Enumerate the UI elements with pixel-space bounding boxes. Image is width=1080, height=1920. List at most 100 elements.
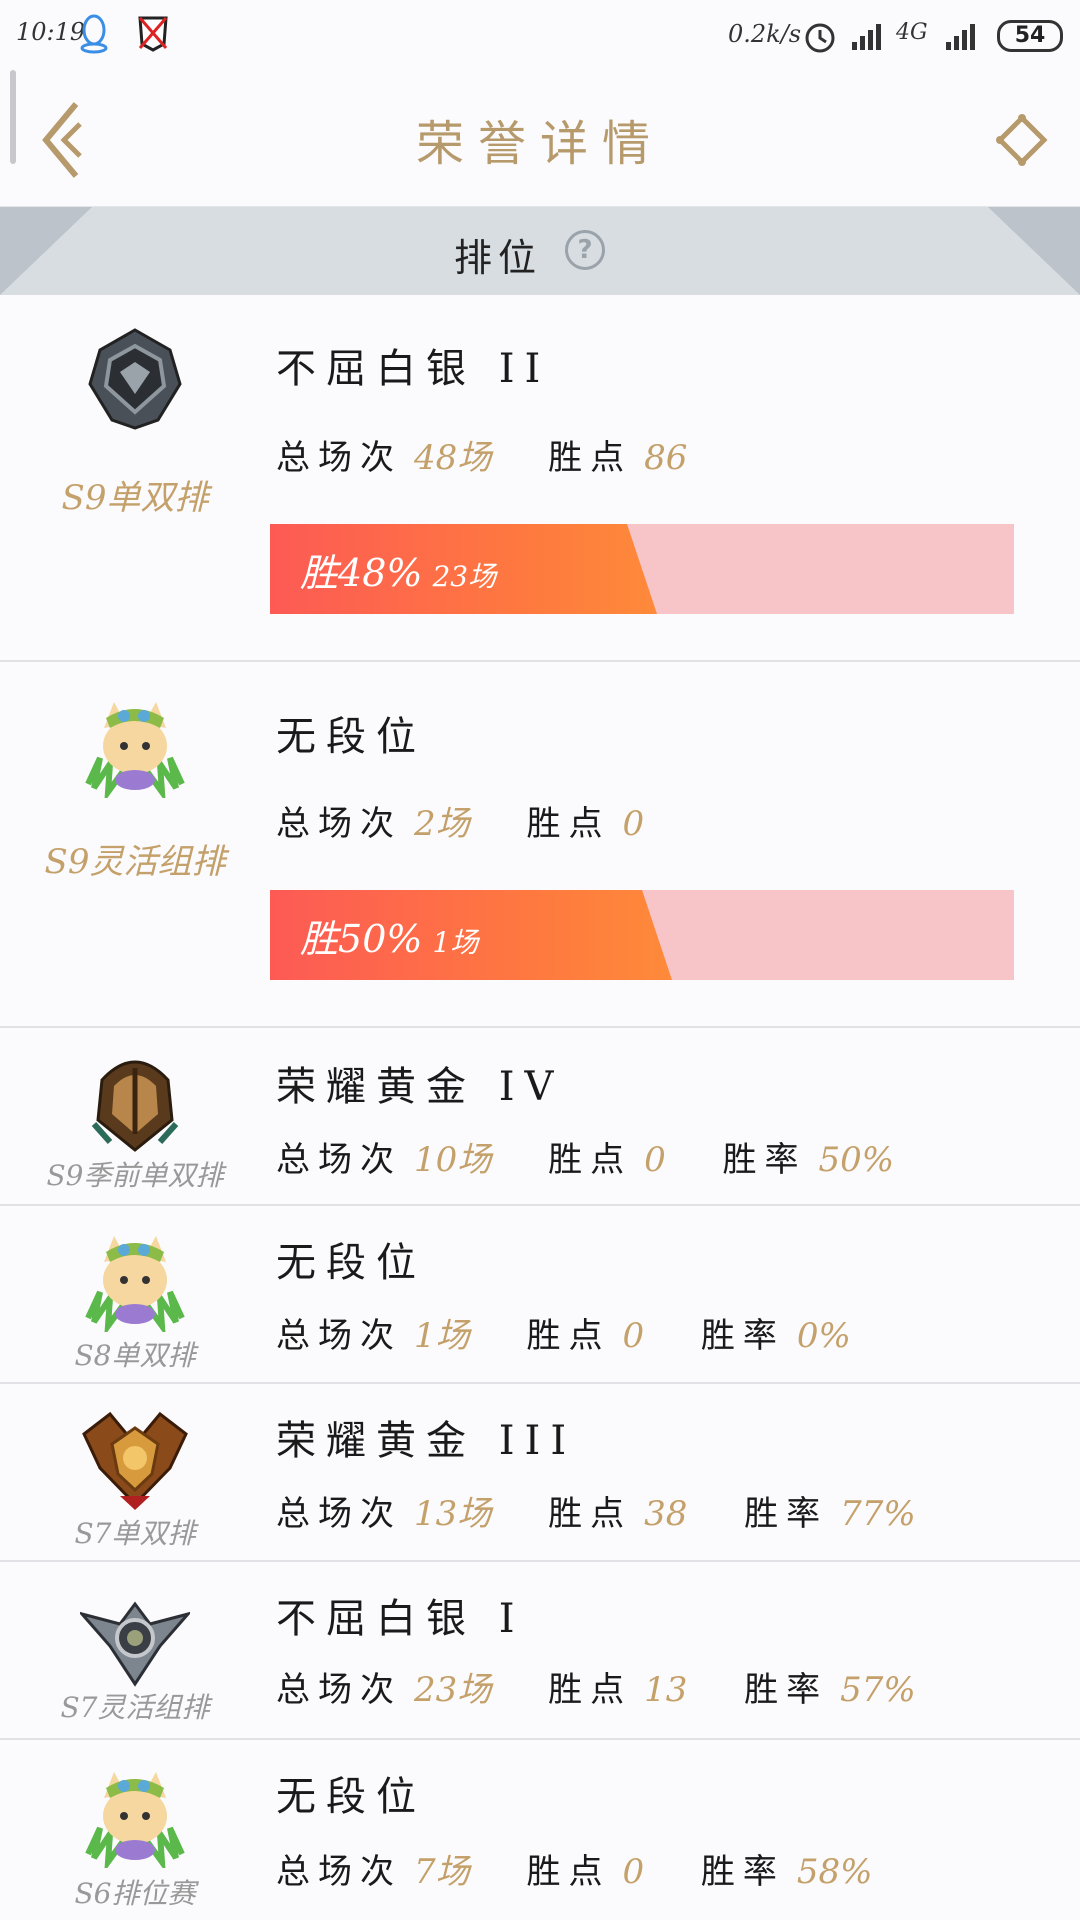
queue-name: S6排位赛 [74, 1877, 196, 1910]
band-right-corner [988, 207, 1080, 295]
teemo-unranked-icon [85, 1236, 185, 1332]
gold-rank-helmet-icon [91, 1060, 179, 1152]
teemo-unranked-icon [85, 1772, 185, 1868]
rate-label: 胜率 [700, 1316, 785, 1356]
rate-value: 77% [840, 1494, 916, 1534]
section-header: 排位 [0, 207, 1080, 295]
queue-name: S7单双排 [74, 1517, 196, 1550]
record-row: S9单双排 不屈白银 II 总场次 48场 胜点 86 胜48% 23场 [0, 296, 1080, 662]
rate-label: 胜率 [744, 1670, 829, 1710]
win-label: 胜 [300, 917, 339, 961]
points-value: 0 [644, 1140, 666, 1180]
points-value: 0 [622, 1852, 645, 1892]
stats-line: 总场次 13场 胜点 38 胜率 77% [276, 1486, 962, 1535]
rank-name: 不屈白银 II [276, 346, 551, 392]
total-label: 总场次 [276, 1852, 402, 1892]
queue-name: S7灵活组排 [60, 1691, 210, 1724]
points-label: 胜点 [548, 438, 633, 478]
rate-value: 0% [796, 1316, 851, 1356]
signal-strength-icon [852, 24, 881, 50]
section-label: 排位 [454, 236, 543, 280]
band-left-corner [0, 207, 92, 295]
queue-name: S8单双排 [74, 1339, 196, 1372]
win-rate-bar: 胜50% 1场 [270, 890, 1014, 980]
queue-name: S9季前单双排 [46, 1159, 224, 1192]
record-row: S8单双排 无段位 总场次 1场 胜点 0 胜率 0% [0, 1206, 1080, 1384]
win-rate-bar: 胜48% 23场 [270, 524, 1014, 614]
silver-rank-emblem-icon [88, 328, 182, 430]
record-row: S9季前单双排 荣耀黄金 IV 总场次 10场 胜点 0 胜率 50% [0, 1028, 1080, 1206]
points-value: 0 [622, 1316, 645, 1356]
win-rate-value: 50% [338, 917, 423, 961]
rank-name: 荣耀黄金 III [276, 1418, 577, 1464]
points-value: 86 [644, 438, 688, 478]
rank-name: 无段位 [276, 714, 426, 760]
signal-strength-icon [946, 24, 975, 50]
stats-line: 总场次 7场 胜点 0 胜率 58% [276, 1844, 918, 1893]
rate-label: 胜率 [722, 1140, 807, 1180]
rate-label: 胜率 [700, 1852, 785, 1892]
app-notification-icon [138, 16, 168, 52]
total-value: 10场 [414, 1140, 492, 1180]
queue-name: S9单双排 [61, 478, 209, 518]
points-value: 38 [644, 1494, 688, 1534]
total-value: 48场 [414, 438, 492, 478]
status-time: 10:19 [16, 18, 86, 46]
battery-icon: 54 [997, 20, 1063, 52]
qq-penguin-icon [80, 14, 108, 54]
total-value: 1场 [414, 1316, 470, 1356]
total-label: 总场次 [276, 1494, 402, 1534]
win-count: 1场 [432, 926, 479, 959]
win-rate-text: 胜48% 23场 [300, 542, 496, 597]
total-value: 2场 [414, 804, 470, 844]
stats-line: 总场次 48场 胜点 86 [276, 430, 733, 479]
total-label: 总场次 [276, 438, 402, 478]
silver-rank-wing-icon [80, 1601, 190, 1687]
network-type: 4G [896, 20, 928, 45]
total-label: 总场次 [276, 1670, 402, 1710]
points-label: 胜点 [526, 804, 611, 844]
win-count: 23场 [432, 560, 497, 593]
rank-name: 荣耀黄金 IV [276, 1064, 564, 1110]
queue-name: S9灵活组排 [44, 842, 226, 882]
total-value: 13场 [414, 1494, 492, 1534]
record-row: S7灵活组排 不屈白银 I 总场次 23场 胜点 13 胜率 57% [0, 1562, 1080, 1740]
stats-line: 总场次 10场 胜点 0 胜率 50% [276, 1132, 940, 1181]
record-row: S6排位赛 无段位 总场次 7场 胜点 0 胜率 58% [0, 1740, 1080, 1920]
rank-name: 不屈白银 I [276, 1596, 525, 1642]
win-rate-value: 48% [338, 551, 423, 595]
rate-value: 57% [840, 1670, 916, 1710]
stats-line: 总场次 2场 胜点 0 [276, 796, 690, 845]
help-icon[interactable]: ? [565, 230, 605, 270]
record-row: S9灵活组排 无段位 总场次 2场 胜点 0 胜50% 1场 [0, 662, 1080, 1028]
share-icon[interactable] [996, 112, 1048, 166]
network-speed: 0.2k/s [728, 20, 802, 48]
total-value: 7场 [414, 1852, 470, 1892]
total-value: 23场 [414, 1670, 492, 1710]
points-value: 0 [622, 804, 645, 844]
gold-rank-emblem-icon [82, 1411, 188, 1510]
win-label: 胜 [300, 551, 339, 595]
rank-name: 无段位 [276, 1240, 426, 1286]
rate-value: 50% [818, 1140, 895, 1180]
total-label: 总场次 [276, 1316, 402, 1356]
points-label: 胜点 [526, 1316, 611, 1356]
rate-label: 胜率 [744, 1494, 829, 1534]
record-row: S7单双排 荣耀黄金 III 总场次 13场 胜点 38 胜率 77% [0, 1384, 1080, 1562]
points-value: 13 [644, 1670, 688, 1710]
points-label: 胜点 [548, 1494, 633, 1534]
stats-line: 总场次 23场 胜点 13 胜率 57% [276, 1662, 962, 1711]
points-label: 胜点 [548, 1670, 633, 1710]
page-title: 荣誉详情 [415, 116, 664, 172]
teemo-unranked-icon [85, 702, 185, 798]
rate-value: 58% [796, 1852, 873, 1892]
alarm-icon [805, 23, 835, 53]
points-label: 胜点 [526, 1852, 611, 1892]
rank-name: 无段位 [276, 1774, 426, 1820]
total-label: 总场次 [276, 804, 402, 844]
total-label: 总场次 [276, 1140, 402, 1180]
status-bar: 10:19 0.2k/s 4G 54 [0, 0, 1080, 70]
stats-line: 总场次 1场 胜点 0 胜率 0% [276, 1308, 897, 1357]
win-rate-text: 胜50% 1场 [300, 908, 478, 963]
points-label: 胜点 [548, 1140, 633, 1180]
